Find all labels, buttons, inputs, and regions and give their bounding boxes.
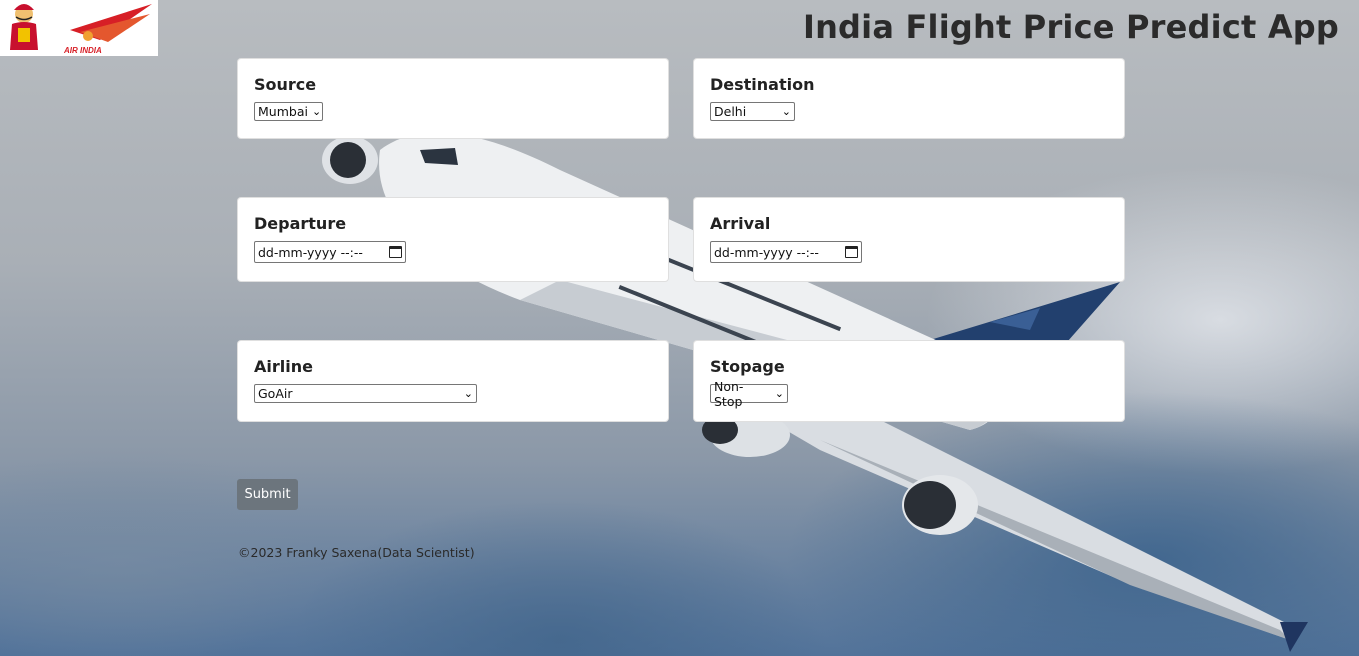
stopage-value: Non-Stop	[714, 378, 744, 409]
calendar-icon[interactable]	[389, 246, 402, 258]
stopage-label: Stopage	[710, 357, 785, 376]
chevron-down-icon: ⌄	[463, 387, 473, 400]
chevron-down-icon: ⌄	[774, 387, 784, 400]
maharaja-mascot-icon: AIR INDIA	[10, 4, 152, 55]
source-select[interactable]: Mumbai ⌄	[254, 102, 323, 121]
arrival-placeholder: dd-mm-yyyy --:--	[714, 244, 819, 260]
source-card: Source Mumbai ⌄	[237, 58, 669, 139]
stopage-card: Stopage Non-Stop ⌄	[693, 340, 1125, 422]
svg-text:AIR INDIA: AIR INDIA	[63, 46, 102, 55]
stopage-select[interactable]: Non-Stop ⌄	[710, 379, 788, 409]
calendar-icon[interactable]	[845, 246, 858, 258]
departure-card: Departure dd-mm-yyyy --:--	[237, 197, 669, 282]
source-value: Mumbai	[258, 104, 308, 119]
submit-button[interactable]: Submit	[237, 479, 298, 510]
app-title: India Flight Price Predict App	[802, 8, 1339, 46]
chevron-down-icon: ⌄	[781, 105, 791, 118]
airline-select[interactable]: GoAir ⌄	[254, 384, 477, 403]
destination-label: Destination	[710, 75, 815, 94]
destination-select[interactable]: Delhi ⌄	[710, 102, 795, 121]
chevron-down-icon: ⌄	[311, 105, 322, 118]
destination-card: Destination Delhi ⌄	[693, 58, 1125, 139]
arrival-datetime-input[interactable]: dd-mm-yyyy --:--	[710, 241, 862, 263]
departure-placeholder: dd-mm-yyyy --:--	[258, 244, 363, 260]
footer-copyright: ©2023 Franky Saxena(Data Scientist)	[238, 545, 475, 560]
arrival-card: Arrival dd-mm-yyyy --:--	[693, 197, 1125, 282]
departure-datetime-input[interactable]: dd-mm-yyyy --:--	[254, 241, 406, 263]
source-label: Source	[254, 75, 317, 94]
airplane-background-image	[322, 132, 1308, 652]
air-india-logo: AIR INDIA	[0, 0, 158, 56]
arrival-label: Arrival	[710, 214, 771, 233]
airline-value: GoAir	[258, 386, 293, 401]
destination-value: Delhi	[714, 104, 747, 119]
airline-label: Airline	[254, 357, 313, 376]
airline-card: Airline GoAir ⌄	[237, 340, 669, 422]
departure-label: Departure	[254, 214, 347, 233]
